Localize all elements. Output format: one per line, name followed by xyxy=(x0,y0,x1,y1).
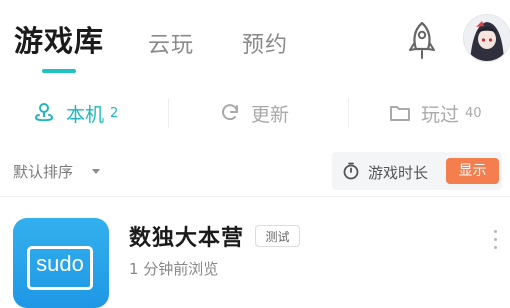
filter-local[interactable]: 本机 2 xyxy=(32,96,118,130)
refresh-icon xyxy=(222,104,238,121)
filter-divider xyxy=(168,98,169,128)
tab-reservation[interactable]: 预约 xyxy=(242,27,288,59)
playtime-label: 游戏时长 xyxy=(368,164,429,182)
chevron-down-icon xyxy=(92,169,100,174)
rocket-icon[interactable] xyxy=(403,20,441,62)
avatar[interactable] xyxy=(463,14,510,62)
folder-icon xyxy=(390,106,410,121)
filter-update-label: 更新 xyxy=(251,103,290,126)
filter-played[interactable]: 玩过 40 xyxy=(389,96,482,130)
game-title[interactable]: 数独大本营 xyxy=(129,220,244,252)
avatar-image xyxy=(464,15,510,61)
show-playtime-button[interactable]: 显示 xyxy=(446,158,499,184)
divider xyxy=(0,196,510,197)
list-item[interactable]: sudo 数独大本营 测试 1 分钟前浏览 xyxy=(0,214,510,308)
active-tab-indicator xyxy=(42,69,76,73)
top-tab-bar: 游戏库 云玩 预约 xyxy=(0,0,510,86)
joystick-icon xyxy=(35,103,54,122)
tab-game-library[interactable]: 游戏库 xyxy=(14,18,104,60)
sudo-logo: sudo xyxy=(27,246,93,290)
filter-played-count: 40 xyxy=(465,105,482,121)
playtime-toggle: 游戏时长 显示 xyxy=(332,152,502,190)
sudo-logo-text: sudo xyxy=(36,251,84,276)
stopwatch-icon xyxy=(343,162,359,180)
game-app-icon[interactable]: sudo xyxy=(13,218,109,308)
status-badge: 测试 xyxy=(255,225,300,247)
tab-cloud-play[interactable]: 云玩 xyxy=(148,27,194,59)
last-viewed-time: 1 分钟前浏览 xyxy=(129,260,219,278)
sort-dropdown[interactable]: 默认排序 xyxy=(13,161,73,182)
filter-played-label: 玩过 xyxy=(421,103,460,126)
more-options-icon[interactable] xyxy=(492,230,498,252)
filter-bar: 本机 2 更新 玩过 40 xyxy=(0,90,510,136)
filter-local-label: 本机 xyxy=(66,103,105,126)
sort-row: 默认排序 游戏时长 显示 xyxy=(0,148,510,194)
filter-divider xyxy=(348,98,349,128)
filter-local-count: 2 xyxy=(110,105,119,121)
filter-update[interactable]: 更新 xyxy=(219,96,289,130)
